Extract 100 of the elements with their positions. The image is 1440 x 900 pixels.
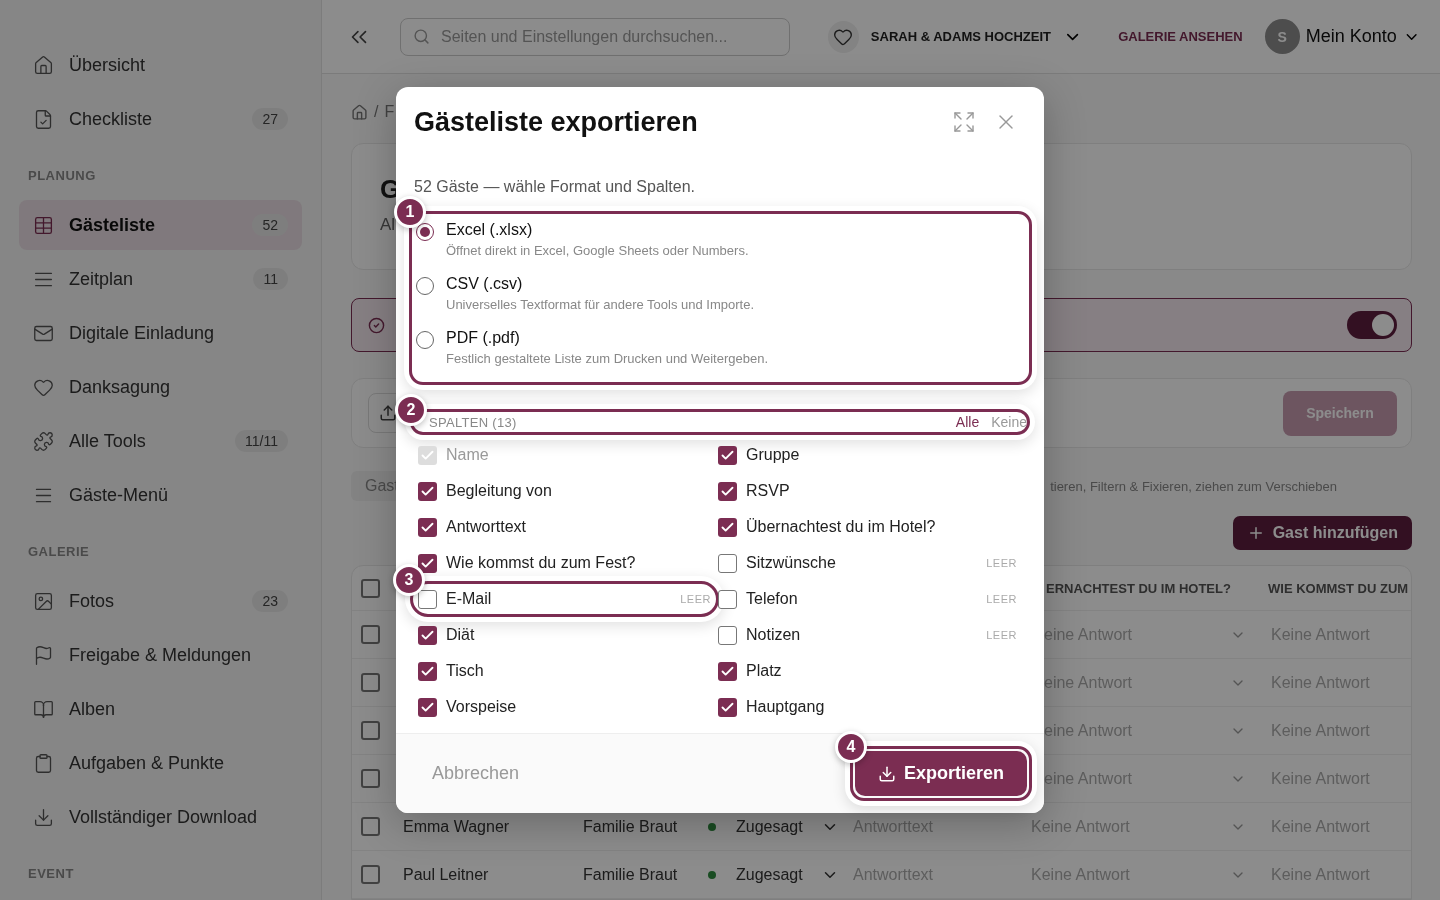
search-field[interactable]: Seiten und Einstellungen durchsuchen... (400, 17, 791, 56)
format-option[interactable]: PDF (.pdf) Festlich gestaltete Liste zum Drucken und Weitergeben. (414, 325, 1029, 379)
expand-icon[interactable] (952, 110, 976, 134)
status-select[interactable]: Zugesagt (736, 817, 803, 836)
sidebar-item[interactable]: Digitale Einladung (19, 308, 302, 358)
column-label: Tisch (446, 662, 485, 680)
breadcrumb-link[interactable]: F (384, 103, 395, 121)
sidebar-item[interactable]: Gäste-Menü (19, 470, 302, 520)
add-guest-button[interactable]: Gast hinzufügen (1232, 516, 1412, 550)
select-none-link[interactable]: Keine (991, 414, 1027, 430)
step-badge: 1 (394, 196, 426, 228)
checkbox[interactable] (361, 625, 380, 644)
gallery-link[interactable]: GALERIE ANSEHEN (1118, 29, 1243, 44)
avatar: S (1264, 19, 1300, 54)
sidebar-item[interactable]: Alben (19, 684, 302, 734)
sidebar-item[interactable]: Fotos 23 (19, 576, 302, 626)
book-icon (33, 698, 54, 720)
option-label: PDF (.pdf) (446, 329, 521, 347)
upload-icon (379, 404, 397, 422)
column-label: Sitzwünsche (746, 554, 837, 572)
sidebar-item[interactable]: Aufgaben & Punkte (19, 738, 302, 788)
sidebar-label: Alle Tools (69, 430, 147, 452)
sidebar-item[interactable]: Zeitplan 11 (19, 254, 302, 304)
sidebar-label: Alben (69, 698, 117, 720)
column-label: Diät (446, 626, 476, 644)
checkbox[interactable] (418, 589, 437, 609)
sidebar-label: Gästeliste (69, 214, 157, 236)
column-label: Vorspeise (446, 698, 518, 716)
home-icon[interactable] (351, 103, 368, 121)
account-menu[interactable]: Mein Konto (1305, 26, 1397, 47)
checkbox[interactable] (361, 673, 380, 692)
checkbox[interactable] (718, 589, 737, 609)
sidebar-item[interactable]: Danksagung (19, 362, 302, 412)
cancel-button[interactable]: Abbrechen (432, 763, 520, 784)
checkbox[interactable] (418, 661, 437, 681)
column-header: ERNACHTEST DU IM HOTEL? (1045, 580, 1232, 596)
sidebar-label: Gäste-Menü (69, 484, 170, 506)
column-label: Wie kommst du zum Fest? (446, 554, 637, 572)
column-label: Hauptgang (746, 698, 826, 716)
sidebar-item[interactable]: Alle Tools 11/11 (19, 416, 302, 466)
checkbox[interactable] (361, 578, 380, 598)
step-badge: 4 (835, 731, 867, 763)
select-all-link[interactable]: Alle (955, 414, 980, 430)
checkbox[interactable] (718, 445, 737, 465)
dialog-subtitle: 52 Gäste — wähle Format und Spalten. (414, 177, 697, 197)
search-icon (413, 27, 430, 45)
sidebar-label: Checkliste (69, 108, 154, 130)
checkbox[interactable] (418, 553, 437, 573)
download-icon (33, 806, 54, 828)
toggle-switch[interactable] (1347, 311, 1397, 339)
checkbox[interactable] (418, 517, 437, 537)
empty-tag: LEER (986, 593, 1017, 605)
column-label: Name (446, 446, 490, 464)
document-check-icon (33, 108, 54, 130)
option-description: Öffnet direkt in Excel, Google Sheets oder Numbers. (446, 243, 749, 258)
section-heading: GALERIE (27, 543, 91, 561)
checkbox[interactable] (418, 481, 437, 501)
column-label: E-Mail (446, 590, 493, 608)
download-icon (878, 764, 896, 783)
sidebar-label: Freigabe & Meldungen (69, 644, 253, 666)
sidebar-item[interactable]: Checkliste 27 (19, 94, 302, 144)
page-subtitle: Al (380, 215, 396, 235)
checkbox[interactable] (718, 517, 737, 537)
event-selector[interactable]: SARAH & ADAMS HOCHZEIT (870, 29, 1051, 44)
home-icon (33, 54, 54, 76)
column-label: Begleitung von (446, 482, 553, 500)
count-badge: 23 (252, 590, 288, 612)
export-button[interactable]: Exportieren (855, 751, 1027, 796)
format-option[interactable]: CSV (.csv) Universelles Textformat für andere Tools und Importe. (414, 271, 1029, 325)
sidebar-label: Zeitplan (69, 268, 135, 290)
checkbox[interactable] (361, 817, 380, 836)
checkbox[interactable] (361, 721, 380, 740)
checkbox[interactable] (361, 865, 380, 884)
dialog-title: Gästeliste exportieren (414, 107, 698, 137)
sidebar-label: Digitale Einladung (69, 322, 216, 344)
checkbox[interactable] (718, 661, 737, 681)
checkbox[interactable] (418, 625, 437, 645)
checkbox[interactable] (718, 481, 737, 501)
status-dot (708, 870, 716, 879)
sidebar-item[interactable]: Freigabe & Meldungen (19, 630, 302, 680)
section-heading: EVENT (27, 865, 75, 883)
table-cell-text: Familie Braut (583, 865, 679, 884)
breadcrumb-separator: / (374, 103, 379, 121)
column-label: RSVP (746, 482, 791, 500)
sidebar-item[interactable]: Gästeliste 52 (19, 200, 302, 250)
checkbox[interactable] (418, 697, 437, 717)
sidebar-item[interactable]: Übersicht (19, 40, 302, 90)
columns-heading: SPALTEN (13) (429, 414, 517, 430)
column-label: Gruppe (746, 446, 801, 464)
column-label: Antworttext (446, 518, 528, 536)
image-icon (33, 590, 54, 612)
sidebar-item[interactable]: Vollständiger Download (19, 792, 302, 842)
checkbox[interactable] (718, 553, 737, 573)
checkbox[interactable] (718, 625, 737, 645)
table-cell-text: Familie Braut (583, 817, 679, 836)
checkbox[interactable] (361, 769, 380, 788)
option-description: Festlich gestaltete Liste zum Drucken und Weitergeben. (446, 351, 769, 366)
checkbox[interactable] (718, 697, 737, 717)
status-select[interactable]: Zugesagt (736, 865, 803, 884)
step-badge: 2 (395, 394, 427, 426)
